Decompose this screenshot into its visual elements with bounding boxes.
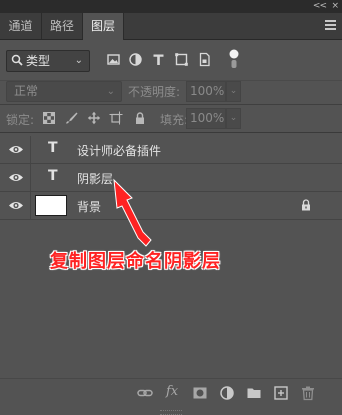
new-layer-icon[interactable]: [273, 385, 289, 401]
annotation-arrow: [113, 178, 152, 247]
new-group-icon[interactable]: [246, 385, 262, 401]
resize-grip[interactable]: [160, 410, 182, 415]
new-adjustment-icon[interactable]: [219, 385, 235, 401]
annotation-text: 复制图层命名阴影层: [50, 251, 221, 272]
link-layers-icon[interactable]: [137, 385, 153, 401]
fx-icon[interactable]: fx: [166, 384, 182, 400]
delete-layer-icon[interactable]: [300, 385, 316, 401]
layers-bottom-toolbar: fx: [0, 378, 342, 415]
add-mask-icon[interactable]: [192, 385, 208, 401]
